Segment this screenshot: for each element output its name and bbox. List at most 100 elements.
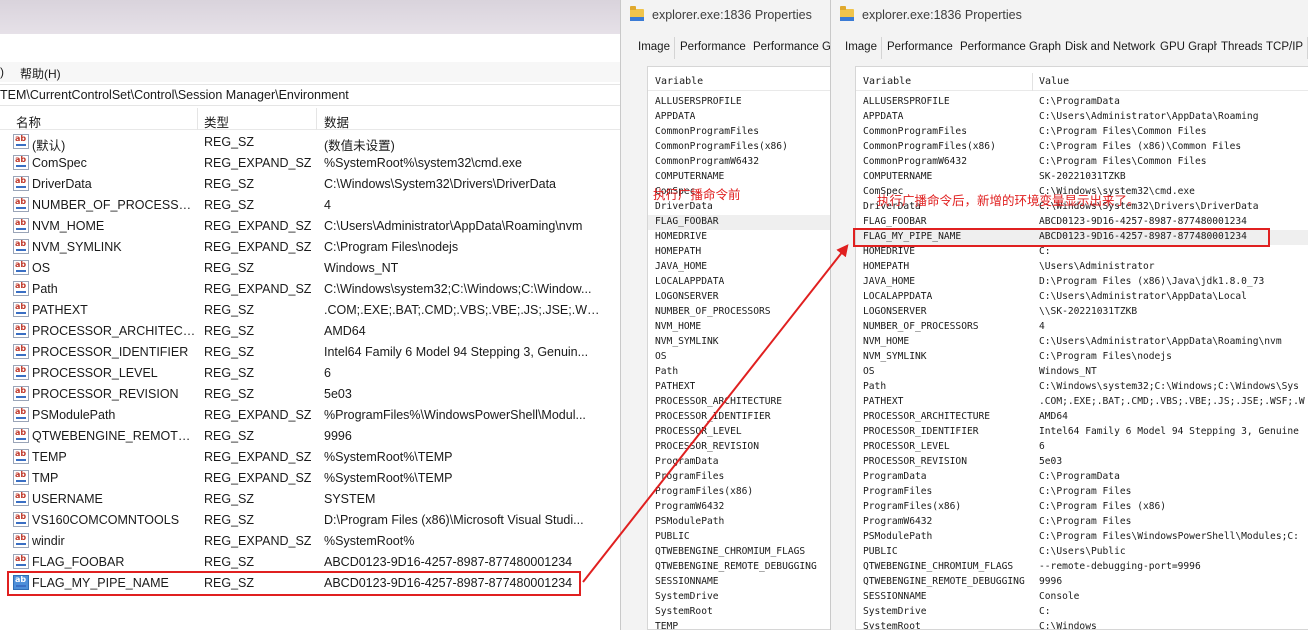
env-variable-row[interactable]: HOMEDRIVE <box>648 230 831 245</box>
env-variable-row[interactable]: SESSIONNAME <box>648 575 831 590</box>
env-variable-row[interactable]: ProgramFiles C:\Program Files <box>856 485 1308 500</box>
env-variable-row[interactable]: SESSIONNAME Console <box>856 590 1308 605</box>
registry-value-row[interactable]: ab DriverData REG_SZ C:\Windows\System32\Dr… <box>0 174 620 195</box>
column-variable[interactable]: Variable <box>655 76 703 87</box>
env-variable-row[interactable]: NUMBER_OF_PROCESSORS <box>648 305 831 320</box>
env-variable-row[interactable]: QTWEBENGINE_CHROMIUM_FLAGS <box>648 545 831 560</box>
env-variable-row[interactable]: COMPUTERNAME <box>648 170 831 185</box>
column-type[interactable]: 类型 <box>204 112 229 131</box>
env-variable-row[interactable]: QTWEBENGINE_CHROMIUM_FLAGS --remote-debug… <box>856 560 1308 575</box>
registry-value-row[interactable]: ab USERNAME REG_SZ SYSTEM <box>0 489 620 510</box>
registry-value-row[interactable]: ab QTWEBENGINE_REMOTE_... REG_SZ 9996 <box>0 426 620 447</box>
env-variable-row[interactable]: PUBLIC <box>648 530 831 545</box>
env-variable-row[interactable]: SystemRoot C:\Windows <box>856 620 1308 629</box>
env-variable-row[interactable]: NVM_HOME C:\Users\Administrator\AppData\R… <box>856 335 1308 350</box>
env-variable-row[interactable]: TEMP <box>648 620 831 629</box>
env-variable-row[interactable]: JAVA_HOME D:\Program Files (x86)\Java\jdk… <box>856 275 1308 290</box>
tab-performance[interactable]: Performance <box>676 37 751 59</box>
env-variable-row[interactable]: SystemDrive <box>648 590 831 605</box>
registry-value-row[interactable]: ab VS160COMCOMNTOOLS REG_SZ D:\Program File… <box>0 510 620 531</box>
env-variable-row[interactable]: ProgramFiles(x86) C:\Program Files (x86) <box>856 500 1308 515</box>
env-variable-row[interactable]: CommonProgramFiles(x86) <box>648 140 831 155</box>
env-variable-row[interactable]: LOCALAPPDATA C:\Users\Administrator\AppDa… <box>856 290 1308 305</box>
registry-value-row[interactable]: ab PSModulePath REG_EXPAND_SZ %ProgramFiles… <box>0 405 620 426</box>
registry-address-bar[interactable]: TEM\CurrentControlSet\Control\Session Ma… <box>0 84 620 106</box>
registry-value-row[interactable]: ab ComSpec REG_EXPAND_SZ %SystemRoot%\syste… <box>0 153 620 174</box>
env-variable-row[interactable]: ProgramFiles <box>648 470 831 485</box>
env-variable-row[interactable]: CommonProgramFiles C:\Program Files\Commo… <box>856 125 1308 140</box>
tab-disk-and-network[interactable]: Disk and Network <box>1061 37 1161 59</box>
env-variable-row[interactable]: PROCESSOR_REVISION 5e03 <box>856 455 1308 470</box>
env-variable-row[interactable]: ProgramW6432 <box>648 500 831 515</box>
column-name[interactable]: 名称 <box>16 112 41 131</box>
env-variable-row[interactable]: PROCESSOR_REVISION <box>648 440 831 455</box>
registry-value-row[interactable]: ab PROCESSOR_ARCHITECTU... REG_SZ AMD64 <box>0 321 620 342</box>
env-variable-row[interactable]: ProgramFiles(x86) <box>648 485 831 500</box>
registry-value-row[interactable]: ab NUMBER_OF_PROCESSORS REG_SZ 4 <box>0 195 620 216</box>
env-variable-row[interactable]: QTWEBENGINE_REMOTE_DEBUGGING <box>648 560 831 575</box>
env-variable-row[interactable]: NUMBER_OF_PROCESSORS 4 <box>856 320 1308 335</box>
env-variable-row[interactable]: SystemDrive C: <box>856 605 1308 620</box>
column-value[interactable]: Value <box>1039 76 1069 87</box>
env-variable-row[interactable]: Path <box>648 365 831 380</box>
env-variable-row[interactable]: CommonProgramW6432 <box>648 155 831 170</box>
env-variable-row[interactable]: NVM_HOME <box>648 320 831 335</box>
registry-value-row[interactable]: ab PROCESSOR_IDENTIFIER REG_SZ Intel64 Fami… <box>0 342 620 363</box>
tab-performance-graph[interactable]: Performance Graph <box>956 37 1066 59</box>
env-variable-row[interactable]: PATHEXT .COM;.EXE;.BAT;.CMD;.VBS;.VBE;.JS… <box>856 395 1308 410</box>
env-variable-row[interactable]: JAVA_HOME <box>648 260 831 275</box>
env-variable-row[interactable]: APPDATA C:\Users\Administrator\AppData\Ro… <box>856 110 1308 125</box>
env-variable-row[interactable]: NVM_SYMLINK C:\Program Files\nodejs <box>856 350 1308 365</box>
env-variable-row[interactable]: QTWEBENGINE_REMOTE_DEBUGGING 9996 <box>856 575 1308 590</box>
env-variable-row[interactable]: CommonProgramW6432 C:\Program Files\Commo… <box>856 155 1308 170</box>
env-variable-row[interactable]: PROCESSOR_LEVEL 6 <box>856 440 1308 455</box>
tab-image[interactable]: Image <box>841 37 882 59</box>
env-variable-row[interactable]: LOGONSERVER \\SK-20221031TZKB <box>856 305 1308 320</box>
env-variable-row[interactable]: PSModulePath C:\Program Files\WindowsPowe… <box>856 530 1308 545</box>
env-variable-row[interactable]: PROCESSOR_IDENTIFIER <box>648 410 831 425</box>
tab-image[interactable]: Image <box>634 37 675 59</box>
env-variable-row[interactable]: LOGONSERVER <box>648 290 831 305</box>
registry-value-row[interactable]: ab TEMP REG_EXPAND_SZ %SystemRoot%\TEMP <box>0 447 620 468</box>
menu-item-partial[interactable]: ) <box>0 65 4 79</box>
registry-value-row[interactable]: ab PROCESSOR_REVISION REG_SZ 5e03 <box>0 384 620 405</box>
column-data[interactable]: 数据 <box>324 112 349 131</box>
env-variable-row[interactable]: SystemRoot <box>648 605 831 620</box>
menu-item-help[interactable]: 帮助(H) <box>20 65 61 82</box>
tab-gpu-graph[interactable]: GPU Graph <box>1156 37 1226 59</box>
env-variable-row[interactable]: ProgramW6432 C:\Program Files <box>856 515 1308 530</box>
tab-performance-graph[interactable]: Performance Gr <box>749 37 831 59</box>
column-variable[interactable]: Variable <box>863 76 911 87</box>
env-variable-row[interactable]: HOMEPATH \Users\Administrator <box>856 260 1308 275</box>
env-variable-row[interactable]: HOMEDRIVE C: <box>856 245 1308 260</box>
env-variable-row[interactable]: PROCESSOR_ARCHITECTURE AMD64 <box>856 410 1308 425</box>
env-variable-row[interactable]: ALLUSERSPROFILE C:\ProgramData <box>856 95 1308 110</box>
registry-value-row[interactable]: ab windir REG_EXPAND_SZ %SystemRoot% <box>0 531 620 552</box>
registry-value-row[interactable]: ab TMP REG_EXPAND_SZ %SystemRoot%\TEMP <box>0 468 620 489</box>
registry-value-row[interactable]: ab FLAG_FOOBAR REG_SZ ABCD0123-9D16-4257-89… <box>0 552 620 573</box>
env-variable-row[interactable]: NVM_SYMLINK <box>648 335 831 350</box>
tab-threads[interactable]: Threads <box>1217 37 1269 59</box>
env-variable-row[interactable]: OS Windows_NT <box>856 365 1308 380</box>
registry-value-row[interactable]: ab PATHEXT REG_SZ .COM;.EXE;.BAT;.CMD;.VBS;… <box>0 300 620 321</box>
env-variable-row[interactable]: PROCESSOR_IDENTIFIER Intel64 Family 6 Mod… <box>856 425 1308 440</box>
env-variable-row[interactable]: ALLUSERSPROFILE <box>648 95 831 110</box>
env-variable-row[interactable]: Path C:\Windows\system32;C:\Windows;C:\Wi… <box>856 380 1308 395</box>
registry-value-row[interactable]: ab (默认) REG_SZ (数值未设置) <box>0 132 620 153</box>
env-variable-row[interactable]: PSModulePath <box>648 515 831 530</box>
env-variable-row[interactable]: PROCESSOR_LEVEL <box>648 425 831 440</box>
env-variable-row[interactable]: PUBLIC C:\Users\Public <box>856 545 1308 560</box>
registry-value-row[interactable]: ab Path REG_EXPAND_SZ C:\Windows\system32;C… <box>0 279 620 300</box>
env-variable-row[interactable]: COMPUTERNAME SK-20221031TZKB <box>856 170 1308 185</box>
env-variable-row[interactable]: APPDATA <box>648 110 831 125</box>
env-variable-row[interactable]: PROCESSOR_ARCHITECTURE <box>648 395 831 410</box>
registry-value-row[interactable]: ab NVM_HOME REG_EXPAND_SZ C:\Users\Administ… <box>0 216 620 237</box>
env-variable-row[interactable]: HOMEPATH <box>648 245 831 260</box>
env-variable-row[interactable]: LOCALAPPDATA <box>648 275 831 290</box>
env-variable-row[interactable]: ProgramData <box>648 455 831 470</box>
tab-performance[interactable]: Performance <box>883 37 958 59</box>
env-variable-row[interactable]: OS <box>648 350 831 365</box>
registry-value-row[interactable]: ab OS REG_SZ Windows_NT <box>0 258 620 279</box>
registry-value-row[interactable]: ab NVM_SYMLINK REG_EXPAND_SZ C:\Program Fil… <box>0 237 620 258</box>
env-variable-row[interactable]: CommonProgramFiles <box>648 125 831 140</box>
